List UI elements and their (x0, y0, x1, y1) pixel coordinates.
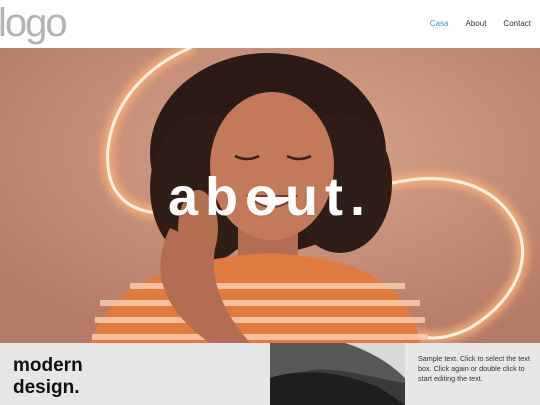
site-logo[interactable]: logo (0, 0, 68, 46)
fabric-photo (270, 343, 405, 405)
panel-heading: modern design. (13, 355, 83, 398)
fabric-image (270, 343, 405, 405)
nav-item-home[interactable]: Casa (430, 19, 449, 29)
text-panel: Sample text. Click to select the text bo… (405, 343, 540, 405)
heading-panel: modern design. (0, 343, 270, 405)
nav-item-contact[interactable]: Contact (503, 19, 531, 29)
site-header: logo Casa About Contact (0, 0, 540, 48)
nav-item-about[interactable]: About (466, 19, 487, 29)
feature-strip: modern design. Sample text. Click to sel… (0, 343, 540, 405)
main-nav: Casa About Contact (413, 19, 531, 29)
hero-title: about. (168, 167, 372, 227)
hero-section: about. (0, 48, 540, 343)
sample-text[interactable]: Sample text. Click to select the text bo… (418, 354, 530, 384)
